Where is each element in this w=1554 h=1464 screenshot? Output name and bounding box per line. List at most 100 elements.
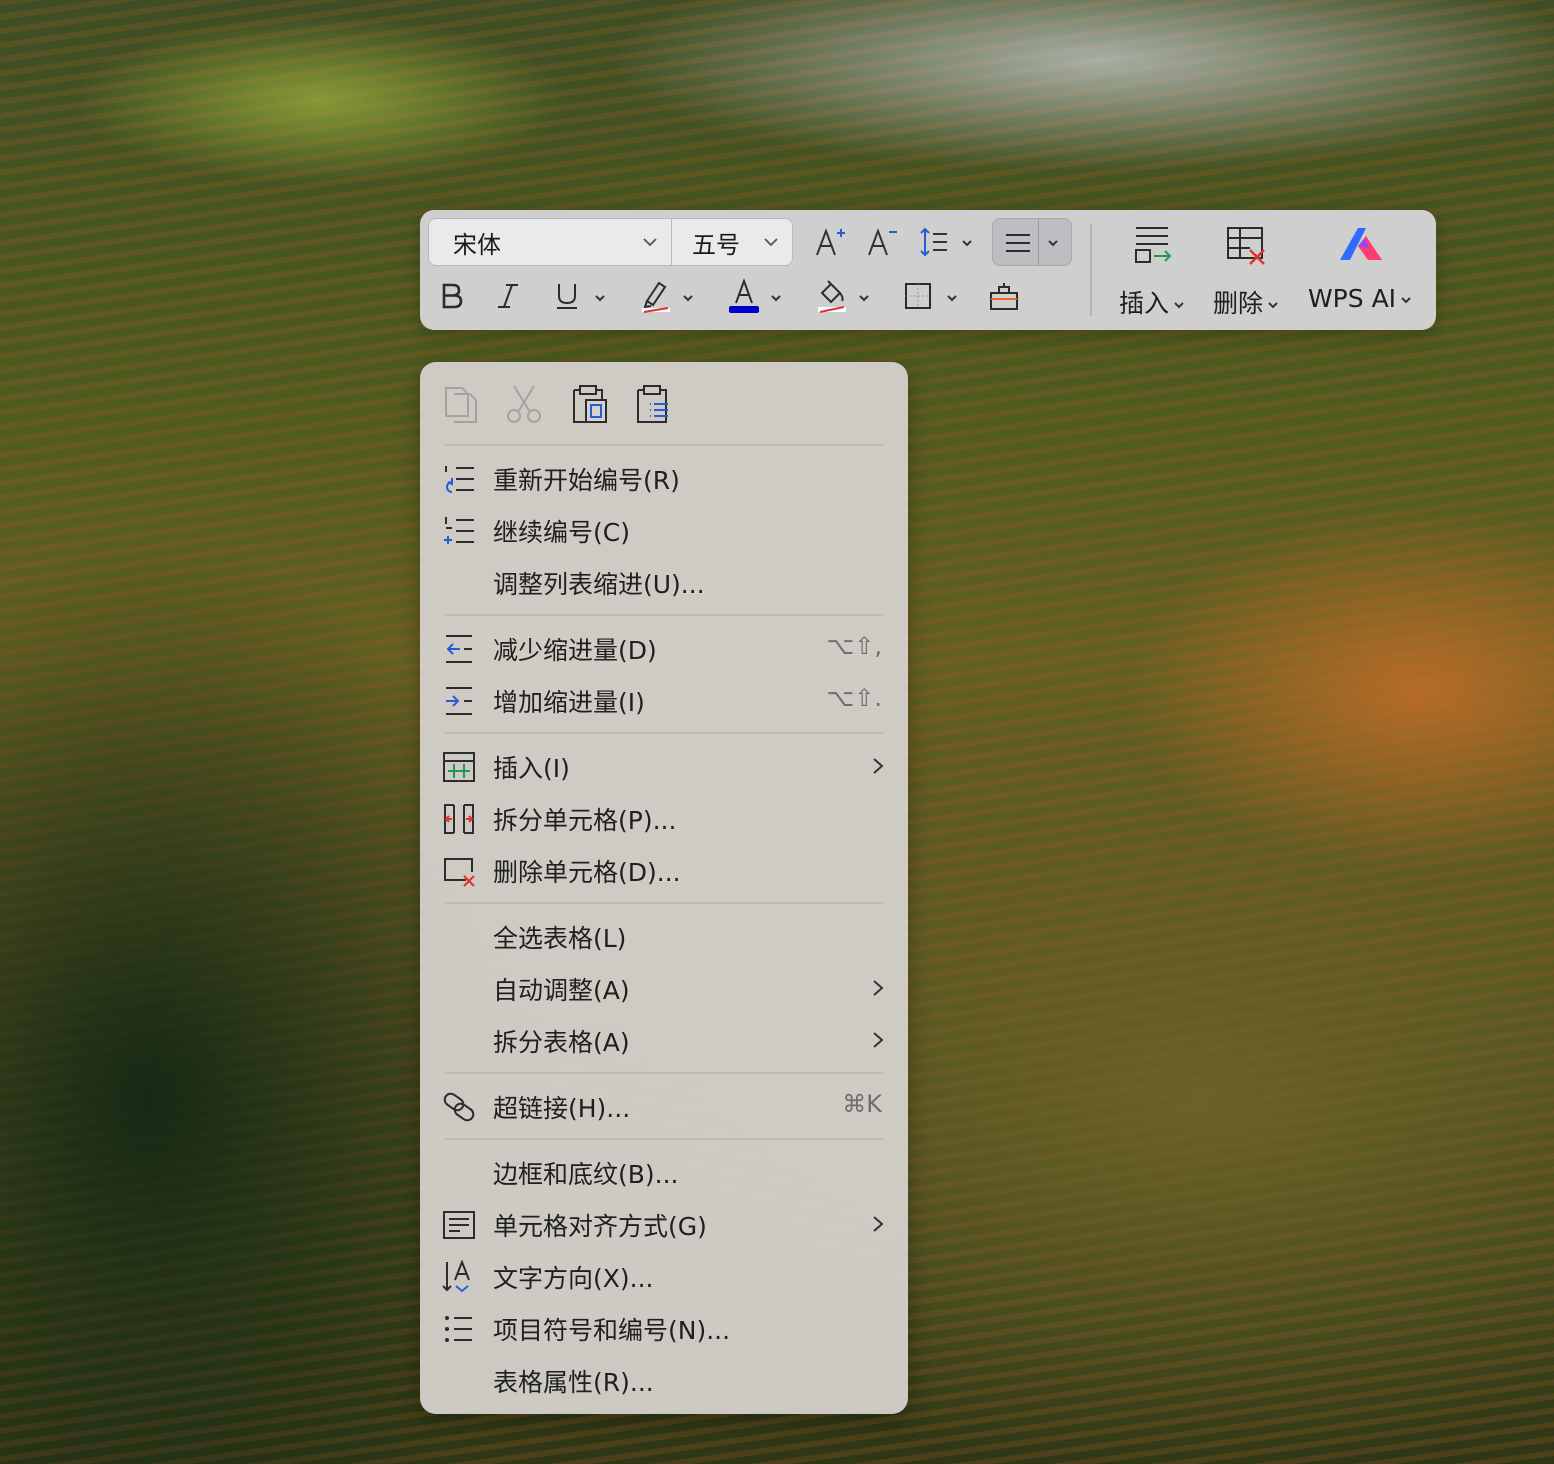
increase-font-icon[interactable] — [812, 224, 848, 260]
menu-item-label: 自动调整(A) — [493, 976, 630, 1005]
paste-special-icon[interactable] — [630, 382, 674, 426]
menu-item-text-direction[interactable]: 文字方向(X)... — [420, 1250, 908, 1302]
delete-button[interactable]: 删除 — [1198, 218, 1294, 322]
menu-item-label: 单元格对齐方式(G) — [493, 1212, 707, 1241]
continue-numbering-icon — [444, 517, 474, 544]
menu-separator — [445, 732, 883, 734]
menu-item-table-properties[interactable]: 表格属性(R)... — [420, 1354, 908, 1406]
copy-icon[interactable] — [438, 382, 482, 426]
menu-item-bullets-numbering[interactable]: 项目符号和编号(N)... — [420, 1302, 908, 1354]
wps-ai-label: WPS AI — [1300, 284, 1420, 313]
chevron-down-icon[interactable] — [682, 292, 694, 304]
clear-format-icon[interactable] — [986, 278, 1022, 314]
menu-item-split-cells[interactable]: 拆分单元格(P)... — [420, 792, 908, 844]
chevron-down-icon[interactable] — [961, 237, 973, 249]
insert-icon — [1135, 227, 1172, 263]
menu-item-label: 调整列表缩进(U)... — [493, 570, 705, 599]
menu-item-label: 拆分单元格(P)... — [493, 806, 677, 835]
chevron-right-icon — [873, 1216, 884, 1232]
bold-icon[interactable] — [436, 278, 468, 314]
paste-icon[interactable] — [566, 382, 610, 426]
decrease-font-icon[interactable] — [864, 224, 900, 260]
menu-item-label: 减少缩进量(D) — [493, 636, 657, 665]
menu-item-label: 全选表格(L) — [493, 924, 627, 953]
insert-button[interactable]: 插入 — [1104, 218, 1200, 322]
chevron-down-icon[interactable] — [770, 292, 782, 304]
menu-item-shortcut: ⌥⇧. — [826, 684, 882, 712]
menu-item-label: 增加缩进量(I) — [493, 688, 645, 717]
font-size-value: 五号 — [692, 230, 740, 259]
menu-item-continue-numbering[interactable]: 继续编号(C) — [420, 504, 908, 556]
italic-icon[interactable] — [492, 278, 524, 314]
delete-cells-icon — [444, 858, 475, 887]
chevron-down-icon — [1268, 302, 1278, 309]
menu-item-split-table[interactable]: 拆分表格(A) — [420, 1014, 908, 1066]
chevron-down-icon[interactable] — [858, 292, 870, 304]
chevron-right-icon — [873, 1032, 884, 1048]
chevron-down-icon — [1174, 302, 1184, 309]
highlight-icon[interactable] — [638, 276, 674, 316]
shading-icon[interactable] — [814, 276, 850, 316]
menu-item-insert[interactable]: 插入(I) — [420, 740, 908, 792]
font-family-select[interactable]: 宋体 — [428, 218, 672, 266]
restart-numbering-icon — [445, 466, 474, 493]
insert-table-icon — [443, 752, 475, 782]
toolbar-divider — [1090, 224, 1092, 316]
align-icon — [1006, 234, 1030, 252]
menu-item-decrease-indent[interactable]: 减少缩进量(D) ⌥⇧, — [420, 622, 908, 674]
menu-item-label: 拆分表格(A) — [493, 1028, 630, 1057]
text-direction-icon — [442, 1260, 470, 1293]
menu-item-shortcut: ⌥⇧, — [826, 632, 882, 660]
context-menu: 重新开始编号(R) 继续编号(C) 调整列表缩进(U)... 减少缩进量(D) … — [420, 362, 908, 1414]
menu-item-label: 超链接(H)... — [493, 1094, 631, 1123]
wps-ai-button[interactable]: WPS AI — [1300, 218, 1420, 322]
menu-item-label: 表格属性(R)... — [493, 1368, 654, 1397]
menu-separator — [445, 1138, 883, 1140]
clipboard-row — [420, 362, 908, 446]
font-size-select[interactable]: 五号 — [671, 218, 793, 266]
underline-icon[interactable] — [550, 278, 584, 314]
decrease-indent-icon — [446, 635, 472, 663]
chevron-down-icon — [764, 238, 778, 247]
menu-item-restart-numbering[interactable]: 重新开始编号(R) — [420, 452, 908, 504]
menu-item-autofit[interactable]: 自动调整(A) — [420, 962, 908, 1014]
menu-item-label: 插入(I) — [493, 754, 570, 783]
menu-item-borders-shading[interactable]: 边框和底纹(B)... — [420, 1146, 908, 1198]
chevron-down-icon[interactable] — [594, 292, 606, 304]
wps-ai-icon — [1340, 228, 1382, 260]
chevron-down-icon — [643, 238, 657, 247]
menu-separator — [445, 1072, 883, 1074]
menu-item-label: 边框和底纹(B)... — [493, 1160, 679, 1189]
chevron-right-icon — [873, 980, 884, 996]
menu-item-hyperlink[interactable]: 超链接(H)... ⌘K — [420, 1080, 908, 1132]
split-cells-icon — [444, 804, 474, 834]
menu-item-label: 文字方向(X)... — [493, 1264, 654, 1293]
bullets-numbering-icon — [445, 1316, 472, 1342]
delete-table-icon — [1227, 227, 1265, 265]
increase-indent-icon — [446, 687, 472, 715]
font-family-value: 宋体 — [453, 230, 501, 259]
chevron-right-icon — [873, 758, 884, 774]
chevron-down-icon — [1401, 297, 1411, 304]
border-icon[interactable] — [902, 280, 934, 312]
cut-icon[interactable] — [502, 382, 546, 426]
insert-label: 插入 — [1104, 284, 1200, 320]
menu-item-label: 删除单元格(D)... — [493, 858, 681, 887]
menu-item-label: 继续编号(C) — [493, 518, 630, 547]
menu-item-label: 重新开始编号(R) — [493, 466, 680, 495]
menu-separator — [445, 614, 883, 616]
line-spacing-icon[interactable] — [916, 224, 952, 260]
menu-item-delete-cells[interactable]: 删除单元格(D)... — [420, 844, 908, 896]
font-color-icon[interactable] — [726, 276, 762, 316]
chevron-down-icon[interactable] — [946, 292, 958, 304]
menu-item-select-table[interactable]: 全选表格(L) — [420, 910, 908, 962]
floating-toolbar: 宋体 五号 插入 删除 WPS AI — [420, 210, 1436, 330]
menu-item-adjust-list-indent[interactable]: 调整列表缩进(U)... — [420, 556, 908, 608]
menu-separator — [445, 444, 883, 446]
hyperlink-icon — [443, 1092, 475, 1122]
paragraph-align-group[interactable] — [992, 218, 1072, 266]
menu-item-cell-alignment[interactable]: 单元格对齐方式(G) — [420, 1198, 908, 1250]
cell-alignment-icon — [443, 1211, 475, 1239]
menu-item-increase-indent[interactable]: 增加缩进量(I) ⌥⇧. — [420, 674, 908, 726]
menu-separator — [445, 902, 883, 904]
